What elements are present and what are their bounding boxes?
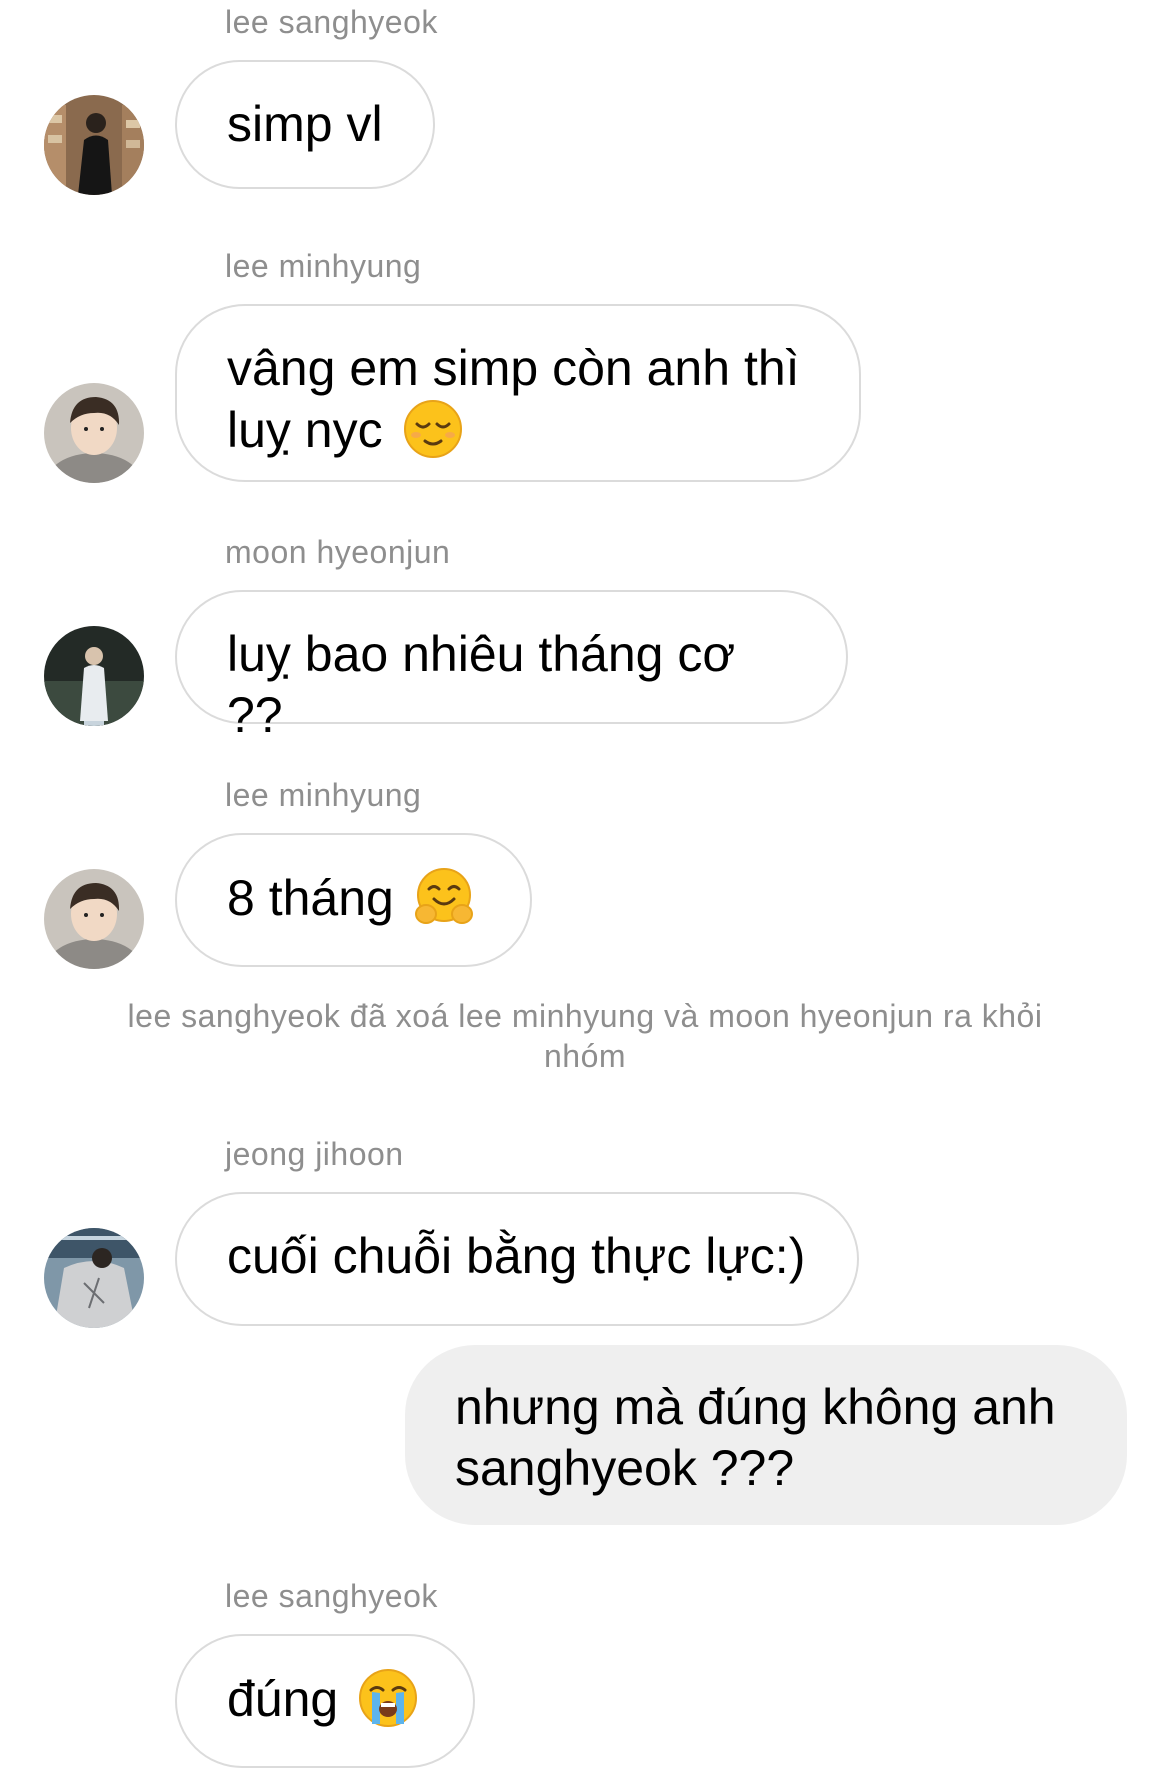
message-bubble[interactable]: simp vl — [175, 60, 435, 189]
loudly-crying-face-icon — [359, 1669, 418, 1727]
sender-name: lee minhyung — [225, 777, 422, 813]
message-text: 8 tháng — [227, 870, 394, 926]
sender-name: jeong jihoon — [225, 1136, 404, 1172]
hugging-face-icon — [414, 868, 473, 924]
sender-name: lee sanghyeok — [225, 1578, 438, 1614]
avatar-moon-hyeonjun[interactable] — [44, 626, 144, 726]
sender-name: moon hyeonjun — [225, 534, 451, 570]
message-text: nhưng mà đúng không anh sanghyeok ??? — [455, 1379, 1056, 1496]
avatar-jeong-jihoon[interactable] — [44, 1228, 144, 1328]
sender-name: lee sanghyeok — [225, 4, 438, 40]
message-text: luỵ bao nhiêu tháng cơ ?? — [227, 626, 736, 743]
message-bubble[interactable]: vâng em simp còn anh thì luỵ nyc — [175, 304, 861, 482]
message-bubble[interactable]: luỵ bao nhiêu tháng cơ ?? — [175, 590, 848, 743]
message-text: đúng — [227, 1671, 339, 1727]
system-notice: lee sanghyeok đã xoá lee minhyung và moo… — [127, 998, 1043, 1074]
avatar-lee-minhyung[interactable] — [44, 869, 144, 969]
relieved-face-icon — [403, 400, 462, 458]
outgoing-message-bubble[interactable]: nhưng mà đúng không anh sanghyeok ??? — [405, 1345, 1127, 1525]
message-text: vâng em simp còn anh thì luỵ nyc — [227, 340, 800, 458]
avatar-lee-sanghyeok[interactable] — [44, 95, 144, 195]
message-bubble[interactable]: cuối chuỗi bằng thực lực:) — [175, 1192, 859, 1326]
message-bubble[interactable]: 8 tháng — [175, 833, 532, 967]
message-bubble[interactable]: đúng — [175, 1634, 475, 1768]
message-text: cuối chuỗi bằng thực lực:) — [227, 1228, 806, 1284]
sender-name: lee minhyung — [225, 248, 422, 284]
message-text: simp vl — [227, 96, 383, 152]
avatar-lee-minhyung[interactable] — [44, 383, 144, 483]
